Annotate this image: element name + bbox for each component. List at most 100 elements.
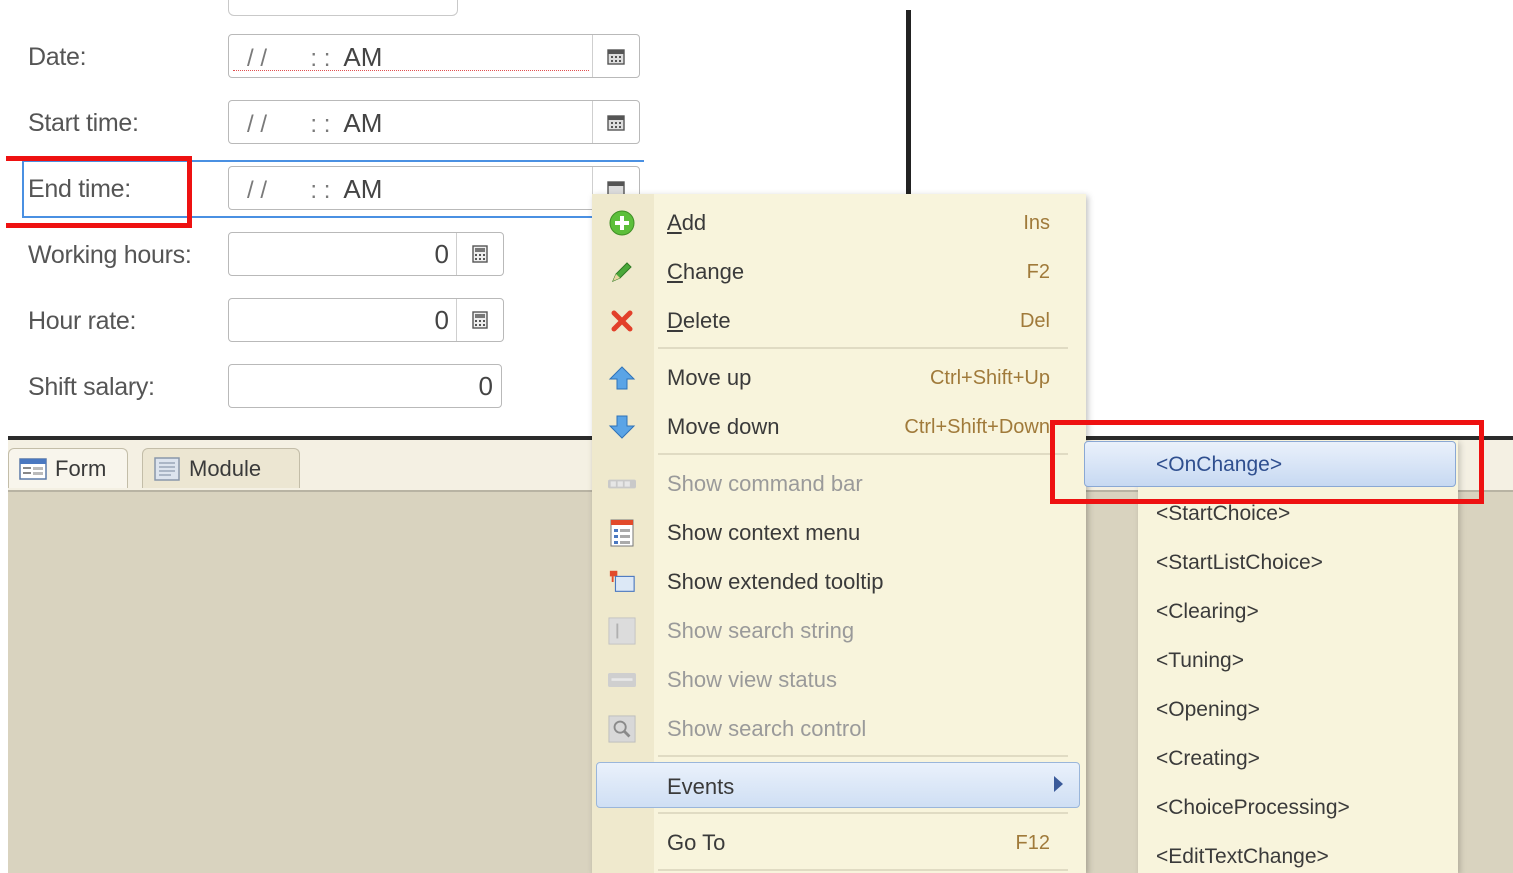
menu-item-delete-mnemonic: D	[667, 308, 683, 333]
menu-item-show-search-control[interactable]: Show search control	[592, 705, 1086, 751]
menu-item-show-view-status[interactable]: Show view status	[592, 656, 1086, 702]
start-time-field[interactable]: / / : : AM	[228, 100, 640, 144]
command-bar-icon	[608, 470, 636, 498]
menu-item-go-to[interactable]: Go To F12	[592, 819, 1086, 865]
menu-separator	[658, 755, 1068, 757]
menu-item-change[interactable]: Change F2	[592, 248, 1086, 294]
end-time-time: : :	[310, 177, 331, 204]
menu-separator	[658, 347, 1068, 349]
shift-salary-value: 0	[478, 371, 493, 401]
menu-item-move-down[interactable]: Move down Ctrl+Shift+Down	[592, 403, 1086, 449]
calendar-icon	[607, 115, 625, 131]
tooltip-icon	[608, 568, 636, 596]
menu-item-show-search-string-label: Show search string	[667, 618, 855, 643]
shortcut-ctrl-shift-down: Ctrl+Shift+Down	[904, 416, 1050, 438]
end-time-date: / /	[247, 177, 268, 204]
tab-module[interactable]: Module	[142, 448, 300, 488]
end-time-field[interactable]: / / : : AM	[228, 166, 640, 210]
date-label: Date:	[28, 43, 87, 71]
calculator-icon	[472, 311, 488, 329]
tab-form[interactable]: Form	[8, 448, 128, 488]
menu-item-add-label: dd	[681, 210, 707, 235]
view-status-icon	[608, 666, 636, 694]
tab-module-label: Module	[189, 455, 262, 481]
event-tuning[interactable]: <Tuning>	[1156, 649, 1244, 673]
menu-item-show-command-bar-label: Show command bar	[667, 471, 863, 496]
context-menu-icon	[608, 519, 636, 547]
shift-salary-field[interactable]: 0	[228, 364, 502, 408]
menu-item-show-extended-tooltip-label: Show extended tooltip	[667, 569, 884, 594]
working-hours-label: Working hours:	[28, 241, 192, 269]
event-startlistchoice[interactable]: <StartListChoice>	[1156, 551, 1323, 575]
spellcheck-underline	[233, 70, 589, 71]
search-string-icon	[608, 617, 636, 645]
start-time-time: : :	[310, 111, 331, 138]
date-field-ampm: AM	[343, 42, 383, 72]
shift-salary-label: Shift salary:	[28, 373, 155, 401]
hour-rate-value: 0	[434, 305, 449, 335]
end-time-ampm: AM	[343, 174, 383, 204]
event-creating[interactable]: <Creating>	[1156, 747, 1260, 771]
submenu-arrow-icon	[1054, 776, 1063, 792]
event-choiceprocessing[interactable]: <ChoiceProcessing>	[1156, 796, 1350, 820]
highlight-onchange	[1050, 420, 1484, 504]
working-hours-value: 0	[434, 239, 449, 269]
calendar-icon	[607, 49, 625, 65]
calendar-button[interactable]	[592, 35, 639, 77]
menu-item-move-down-label: Move down	[667, 414, 780, 439]
menu-item-add-mnemonic: A	[667, 210, 682, 235]
menu-item-show-context-menu[interactable]: Show context menu	[592, 509, 1086, 555]
arrow-up-icon	[608, 364, 636, 392]
partial-field[interactable]	[228, 0, 458, 16]
menu-item-delete[interactable]: Delete Del	[592, 297, 1086, 343]
module-icon	[154, 456, 180, 481]
menu-item-delete-label: elete	[682, 308, 731, 333]
menu-item-show-view-status-label: Show view status	[667, 667, 837, 692]
menu-item-show-command-bar[interactable]: Show command bar	[592, 460, 1086, 506]
date-field-time: : :	[310, 45, 331, 72]
menu-separator	[658, 869, 1068, 871]
event-opening[interactable]: <Opening>	[1156, 698, 1260, 722]
menu-item-go-to-label: Go To	[667, 830, 726, 855]
event-startchoice[interactable]: <StartChoice>	[1156, 502, 1290, 526]
menu-separator	[658, 453, 1068, 455]
add-icon	[608, 209, 636, 237]
tab-form-label: Form	[55, 455, 107, 481]
hour-rate-field[interactable]: 0	[228, 298, 504, 342]
menu-item-events[interactable]: Events	[596, 762, 1080, 808]
hour-rate-label: Hour rate:	[28, 307, 137, 335]
menu-item-show-context-menu-label: Show context menu	[667, 520, 861, 545]
shortcut-f2: F2	[1026, 261, 1050, 283]
calculator-button[interactable]	[456, 299, 503, 341]
menu-item-events-label: Events	[667, 774, 735, 799]
event-clearing[interactable]: <Clearing>	[1156, 600, 1259, 624]
date-field-date: / /	[247, 45, 268, 72]
menu-item-show-search-string[interactable]: Show search string	[592, 607, 1086, 653]
shortcut-f12: F12	[1015, 832, 1050, 854]
working-hours-field[interactable]: 0	[228, 232, 504, 276]
menu-item-show-extended-tooltip[interactable]: Show extended tooltip	[592, 558, 1086, 604]
menu-item-change-mnemonic: C	[667, 259, 683, 284]
calculator-button[interactable]	[456, 233, 503, 275]
shortcut-ins: Ins	[1023, 212, 1050, 234]
splitter-line	[906, 10, 911, 196]
pencil-icon	[608, 258, 636, 286]
search-control-icon	[608, 715, 636, 743]
form-icon	[19, 457, 47, 480]
date-field[interactable]: / / : : AM	[228, 34, 640, 78]
menu-separator	[658, 812, 1068, 814]
menu-item-add[interactable]: Add Ins	[592, 199, 1086, 245]
start-time-label: Start time:	[28, 109, 139, 137]
event-edittextchange[interactable]: <EditTextChange>	[1156, 845, 1329, 869]
menu-item-change-label: hange	[682, 259, 745, 284]
arrow-down-icon	[608, 413, 636, 441]
menu-item-move-up-label: Move up	[667, 365, 752, 390]
calculator-icon	[472, 245, 488, 263]
menu-item-move-up[interactable]: Move up Ctrl+Shift+Up	[592, 354, 1086, 400]
highlight-end-time	[6, 156, 192, 228]
calendar-button[interactable]	[592, 101, 639, 143]
menu-item-show-search-control-label: Show search control	[667, 716, 867, 741]
shortcut-del: Del	[1019, 310, 1050, 332]
start-time-date: / /	[247, 111, 268, 138]
context-menu: Add Ins Change F2 Delete Del Move up Ctr…	[592, 194, 1086, 873]
